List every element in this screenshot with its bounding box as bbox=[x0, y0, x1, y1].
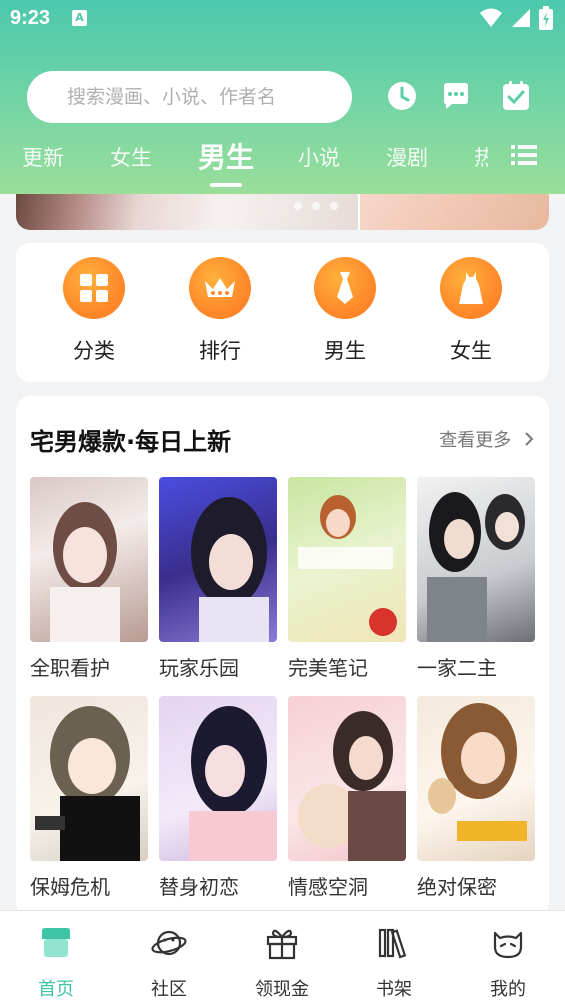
quick-entry-category[interactable]: 分类 bbox=[49, 257, 139, 365]
tab-drama[interactable]: 漫剧 bbox=[386, 142, 428, 172]
battery-icon bbox=[539, 6, 553, 30]
nav-label: 社区 bbox=[151, 979, 187, 1000]
comic-title: 绝对保密 bbox=[417, 875, 497, 899]
section-title: 宅男爆款·每日上新 bbox=[30, 428, 232, 456]
wifi-icon bbox=[480, 8, 502, 27]
crown-icon bbox=[189, 257, 251, 319]
comic-card[interactable]: 全职看护 bbox=[30, 477, 148, 681]
comic-title: 全职看护 bbox=[30, 656, 110, 680]
comic-card[interactable]: 保姆危机 bbox=[30, 696, 148, 900]
banner-carousel[interactable] bbox=[16, 194, 549, 230]
tab-female[interactable]: 女生 bbox=[110, 142, 152, 172]
bottom-nav: 首页 社区 领现金 书架 我的 bbox=[0, 910, 565, 1004]
comic-cover bbox=[159, 477, 277, 642]
nav-label: 我的 bbox=[490, 979, 526, 1000]
comic-card[interactable]: 完美笔记 bbox=[288, 477, 406, 681]
status-icons bbox=[479, 6, 553, 30]
tie-icon bbox=[314, 257, 376, 319]
status-bar: 9:23 A bbox=[0, 0, 565, 36]
more-label: 查看更多 bbox=[439, 430, 512, 451]
comic-card[interactable]: 一家二主 bbox=[417, 477, 535, 681]
bookshelf-icon bbox=[378, 928, 407, 959]
nav-cash[interactable]: 领现金 bbox=[242, 925, 322, 1001]
gift-icon bbox=[266, 929, 298, 960]
nav-community[interactable]: 社区 bbox=[129, 925, 209, 1001]
category-tabs: 更新 女生 男生 小说 漫剧 热 bbox=[0, 132, 565, 188]
quick-entries: 分类 排行 男生 女生 bbox=[16, 243, 549, 382]
comic-cover bbox=[159, 696, 277, 861]
checkin-icon[interactable] bbox=[500, 80, 532, 112]
grid-icon bbox=[63, 257, 125, 319]
comic-title: 一家二主 bbox=[417, 656, 497, 680]
comic-title: 替身初恋 bbox=[159, 875, 239, 899]
comic-card[interactable]: 玩家乐园 bbox=[159, 477, 277, 681]
tab-indicator bbox=[210, 183, 242, 187]
tab-update[interactable]: 更新 bbox=[22, 142, 64, 172]
comic-cover bbox=[288, 696, 406, 861]
nav-label: 领现金 bbox=[255, 979, 309, 1000]
search-input[interactable]: 搜索漫画、小说、作者名 bbox=[27, 71, 352, 123]
comic-title: 情感空洞 bbox=[288, 875, 368, 899]
nav-home[interactable]: 首页 bbox=[16, 925, 96, 1001]
quick-entry-label: 女生 bbox=[450, 339, 492, 363]
tab-male[interactable]: 男生 bbox=[198, 136, 254, 176]
history-clock-icon[interactable] bbox=[386, 80, 418, 112]
comic-cover bbox=[288, 477, 406, 642]
recommend-section: 宅男爆款·每日上新 查看更多 全职看护 玩家乐园 完美笔记 一家二主 保姆危机 bbox=[16, 396, 549, 916]
banner-image-next bbox=[360, 194, 549, 230]
banner-image bbox=[16, 194, 358, 230]
comic-cover bbox=[30, 477, 148, 642]
comic-cover bbox=[417, 696, 535, 861]
message-icon[interactable] bbox=[440, 80, 472, 112]
quick-entry-label: 男生 bbox=[324, 339, 366, 363]
comic-card[interactable]: 情感空洞 bbox=[288, 696, 406, 900]
tab-hot[interactable]: 热 bbox=[474, 142, 488, 172]
nav-bookshelf[interactable]: 书架 bbox=[354, 925, 434, 1001]
status-time: 9:23 bbox=[10, 7, 51, 29]
quick-entry-label: 排行 bbox=[199, 339, 241, 363]
nav-mine[interactable]: 我的 bbox=[468, 925, 548, 1001]
nav-label: 首页 bbox=[38, 979, 74, 1000]
banner-dots bbox=[294, 202, 338, 210]
section-more-link[interactable]: 查看更多 bbox=[439, 426, 535, 452]
home-icon bbox=[42, 928, 70, 957]
nav-label: 书架 bbox=[376, 979, 412, 1000]
sim-icon: A bbox=[72, 10, 87, 26]
comic-title: 完美笔记 bbox=[288, 656, 368, 680]
tab-novel[interactable]: 小说 bbox=[298, 142, 340, 172]
quick-entry-label: 分类 bbox=[73, 339, 115, 363]
header: 9:23 A 搜索漫画、小说、作者名 更新 女生 男生 小说 漫剧 热 bbox=[0, 0, 565, 194]
signal-icon bbox=[512, 9, 530, 27]
planet-icon bbox=[151, 930, 187, 956]
comic-cover bbox=[417, 477, 535, 642]
comic-title: 保姆危机 bbox=[30, 875, 110, 899]
comic-title: 玩家乐园 bbox=[159, 656, 239, 680]
comic-cover bbox=[30, 696, 148, 861]
quick-entry-male[interactable]: 男生 bbox=[300, 257, 390, 365]
chevron-right-icon bbox=[525, 432, 534, 446]
quick-entry-female[interactable]: 女生 bbox=[426, 257, 516, 365]
comic-card[interactable]: 替身初恋 bbox=[159, 696, 277, 900]
tab-menu-icon[interactable] bbox=[511, 144, 537, 166]
cat-face-icon bbox=[493, 931, 523, 959]
dress-icon bbox=[440, 257, 502, 319]
comic-card[interactable]: 绝对保密 bbox=[417, 696, 535, 900]
quick-entry-ranking[interactable]: 排行 bbox=[175, 257, 265, 365]
